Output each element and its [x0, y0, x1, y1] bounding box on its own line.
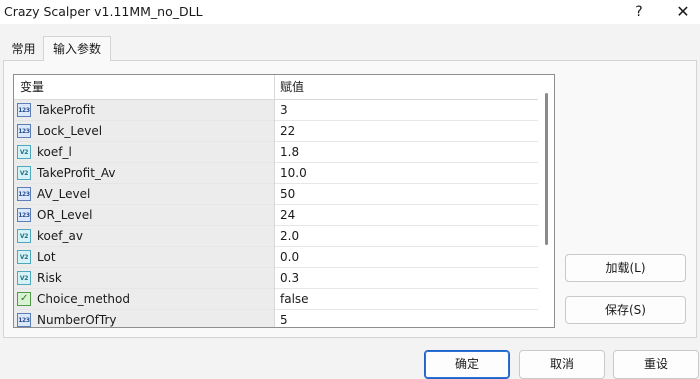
integer-type-icon: 123 [17, 124, 31, 138]
parameter-row[interactable]: 123 AV_Level 50 [14, 184, 538, 205]
variable-cell[interactable]: V2 koef_l [14, 142, 274, 162]
variable-cell[interactable]: V2 Lot [14, 247, 274, 267]
column-divider [274, 75, 275, 327]
variable-name: OR_Level [37, 208, 93, 222]
window-title: Crazy Scalper v1.11MM_no_DLL [4, 4, 203, 19]
vertical-scrollbar[interactable] [538, 75, 554, 327]
variable-name: AV_Level [37, 187, 91, 201]
ok-button[interactable]: 确定 [424, 350, 510, 379]
column-header-value[interactable]: 赋值 [280, 75, 304, 99]
cancel-button[interactable]: 取消 [519, 350, 605, 379]
variable-cell[interactable]: 123 AV_Level [14, 184, 274, 204]
value-cell[interactable]: 0.3 [280, 268, 299, 288]
load-button[interactable]: 加载(L) [565, 254, 686, 282]
parameter-row[interactable]: 123 NumberOfTry 5 [14, 310, 538, 327]
value-cell[interactable]: 10.0 [280, 163, 307, 183]
variable-name: NumberOfTry [37, 313, 117, 327]
integer-type-icon: 123 [17, 313, 31, 327]
column-header-variable[interactable]: 变量 [20, 75, 44, 99]
parameter-row[interactable]: 123 Lock_Level 22 [14, 121, 538, 142]
tab-inputs[interactable]: 输入参数 [43, 36, 111, 61]
variable-name: Risk [37, 271, 62, 285]
variable-cell[interactable]: ✓ Choice_method [14, 289, 274, 309]
integer-type-icon: 123 [17, 187, 31, 201]
parameter-row[interactable]: 123 TakeProfit 3 [14, 100, 538, 121]
variable-cell[interactable]: V2 Risk [14, 268, 274, 288]
double-type-icon: V2 [17, 250, 31, 264]
variable-cell[interactable]: 123 TakeProfit [14, 100, 274, 120]
grid-header: 变量 赋值 [14, 75, 538, 100]
parameter-row[interactable]: V2 Lot 0.0 [14, 247, 538, 268]
integer-type-icon: 123 [17, 208, 31, 222]
parameter-row[interactable]: V2 koef_av 2.0 [14, 226, 538, 247]
double-type-icon: V2 [17, 145, 31, 159]
close-button[interactable]: ✕ [666, 0, 700, 24]
variable-cell[interactable]: 123 NumberOfTry [14, 310, 274, 327]
value-cell[interactable]: 0.0 [280, 247, 299, 267]
variable-name: Lot [37, 250, 56, 264]
value-cell[interactable]: false [280, 289, 309, 309]
value-cell[interactable]: 24 [280, 205, 295, 225]
help-button[interactable]: ? [626, 0, 652, 24]
value-cell[interactable]: 2.0 [280, 226, 299, 246]
variable-name: Lock_Level [37, 124, 103, 138]
scrollbar-thumb[interactable] [545, 93, 548, 245]
title-bar: Crazy Scalper v1.11MM_no_DLL ? ✕ [0, 0, 700, 24]
double-type-icon: V2 [17, 166, 31, 180]
reset-button[interactable]: 重设 [613, 350, 699, 379]
variable-cell[interactable]: 123 Lock_Level [14, 121, 274, 141]
value-cell[interactable]: 22 [280, 121, 295, 141]
variable-cell[interactable]: V2 TakeProfit_Av [14, 163, 274, 183]
save-button[interactable]: 保存(S) [565, 296, 686, 324]
parameters-grid: 变量 赋值 123 TakeProfit 3 123 Lock_Level 22 V2 koe… [13, 74, 555, 328]
parameter-row[interactable]: V2 Risk 0.3 [14, 268, 538, 289]
parameter-row[interactable]: V2 koef_l 1.8 [14, 142, 538, 163]
double-type-icon: V2 [17, 271, 31, 285]
parameter-row[interactable]: ✓ Choice_method false [14, 289, 538, 310]
variable-name: koef_av [37, 229, 83, 243]
double-type-icon: V2 [17, 229, 31, 243]
value-cell[interactable]: 1.8 [280, 142, 299, 162]
tab-common[interactable]: 常用 [4, 39, 43, 60]
variable-name: TakeProfit [37, 103, 95, 117]
boolean-type-icon: ✓ [17, 292, 31, 306]
integer-type-icon: 123 [17, 103, 31, 117]
variable-name: TakeProfit_Av [37, 166, 116, 180]
value-cell[interactable]: 50 [280, 184, 295, 204]
variable-cell[interactable]: 123 OR_Level [14, 205, 274, 225]
variable-cell[interactable]: V2 koef_av [14, 226, 274, 246]
parameter-row[interactable]: V2 TakeProfit_Av 10.0 [14, 163, 538, 184]
value-cell[interactable]: 3 [280, 100, 288, 120]
parameter-row[interactable]: 123 OR_Level 24 [14, 205, 538, 226]
variable-name: Choice_method [37, 292, 130, 306]
variable-name: koef_l [37, 145, 72, 159]
value-cell[interactable]: 5 [280, 310, 288, 327]
